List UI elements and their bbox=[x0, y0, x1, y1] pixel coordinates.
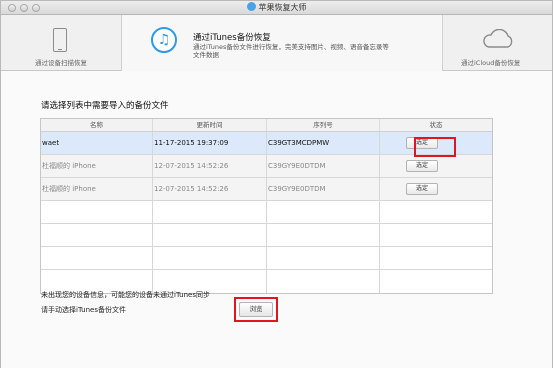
tab-itunes-backup-title: 通过iTunes备份恢复 bbox=[193, 33, 271, 43]
table-header: 名称 更新时间 序列号 状态 bbox=[41, 119, 492, 132]
cell-time: 11-17-2015 19:37:09 bbox=[153, 132, 267, 154]
device-not-found-hint: 未出现您的设备信息，可能您的设备未通过iTunes同步 bbox=[41, 291, 210, 299]
column-header-time[interactable]: 更新时间 bbox=[153, 119, 267, 131]
select-backup-button[interactable]: 选定 bbox=[406, 160, 438, 172]
cell-name: 杜福顺的 iPhone bbox=[41, 178, 153, 200]
cell-serial: C39GY9E0DTDM bbox=[267, 178, 380, 200]
tab-device-scan-label: 通过设备扫描恢复 bbox=[35, 59, 87, 67]
empty-table-row bbox=[41, 224, 492, 247]
tab-device-scan[interactable]: 通过设备扫描恢复 bbox=[1, 15, 121, 71]
highlight-box-select bbox=[414, 137, 456, 157]
select-backup-button[interactable]: 选定 bbox=[406, 183, 438, 195]
title-bar: 苹果恢复大师 bbox=[1, 1, 552, 15]
column-header-name[interactable]: 名称 bbox=[41, 119, 153, 131]
tab-itunes-backup[interactable]: ♫ 通过iTunes备份恢复 通过iTunes备份文件进行恢复，完美支持图片、视… bbox=[121, 15, 443, 71]
table-row[interactable]: 杜福顺的 iPhone 12-07-2015 14:52:26 C39GY9E0… bbox=[41, 155, 492, 178]
main-panel: 请选择列表中需要导入的备份文件 名称 更新时间 序列号 状态 waet 11-1… bbox=[1, 72, 552, 368]
cell-time: 12-07-2015 14:52:26 bbox=[153, 178, 267, 200]
column-header-serial[interactable]: 序列号 bbox=[267, 119, 380, 131]
app-logo-icon bbox=[246, 2, 256, 11]
music-note-icon: ♫ bbox=[151, 27, 177, 53]
cell-time: 12-07-2015 14:52:26 bbox=[153, 155, 267, 177]
window-title: 苹果恢复大师 bbox=[258, 3, 307, 12]
cell-status: 选定 bbox=[380, 155, 492, 177]
mode-toolbar: 通过设备扫描恢复 ♫ 通过iTunes备份恢复 通过iTunes备份文件进行恢复… bbox=[1, 15, 552, 85]
column-header-status[interactable]: 状态 bbox=[380, 119, 492, 131]
phone-icon bbox=[53, 28, 67, 52]
highlight-box-browse bbox=[234, 297, 278, 322]
empty-table-row bbox=[41, 201, 492, 224]
cell-serial: C39GT3MCDPMW bbox=[267, 132, 380, 154]
tab-icloud-backup-label: 通过iCloud备份恢复 bbox=[461, 59, 521, 67]
manual-select-hint: 请手动选择iTunes备份文件 bbox=[41, 306, 126, 314]
cell-status: 选定 bbox=[380, 178, 492, 200]
app-window: 苹果恢复大师 通过设备扫描恢复 ♫ 通过iTunes备份恢复 通过iTunes备… bbox=[0, 0, 553, 368]
section-title: 请选择列表中需要导入的备份文件 bbox=[41, 101, 169, 111]
cell-serial: C39GY9E0DTDM bbox=[267, 155, 380, 177]
tab-icloud-backup[interactable]: 通过iCloud备份恢复 bbox=[443, 15, 552, 71]
empty-table-row bbox=[41, 247, 492, 270]
tab-itunes-backup-description: 通过iTunes备份文件进行恢复，完美支持图片、视频、语音备忘录等文件数据 bbox=[193, 43, 389, 59]
cloud-icon bbox=[483, 29, 513, 48]
window-title-wrap: 苹果恢复大师 bbox=[1, 2, 552, 14]
cell-name: waet bbox=[41, 132, 153, 154]
table-row[interactable]: 杜福顺的 iPhone 12-07-2015 14:52:26 C39GY9E0… bbox=[41, 178, 492, 201]
cell-name: 杜福顺的 iPhone bbox=[41, 155, 153, 177]
